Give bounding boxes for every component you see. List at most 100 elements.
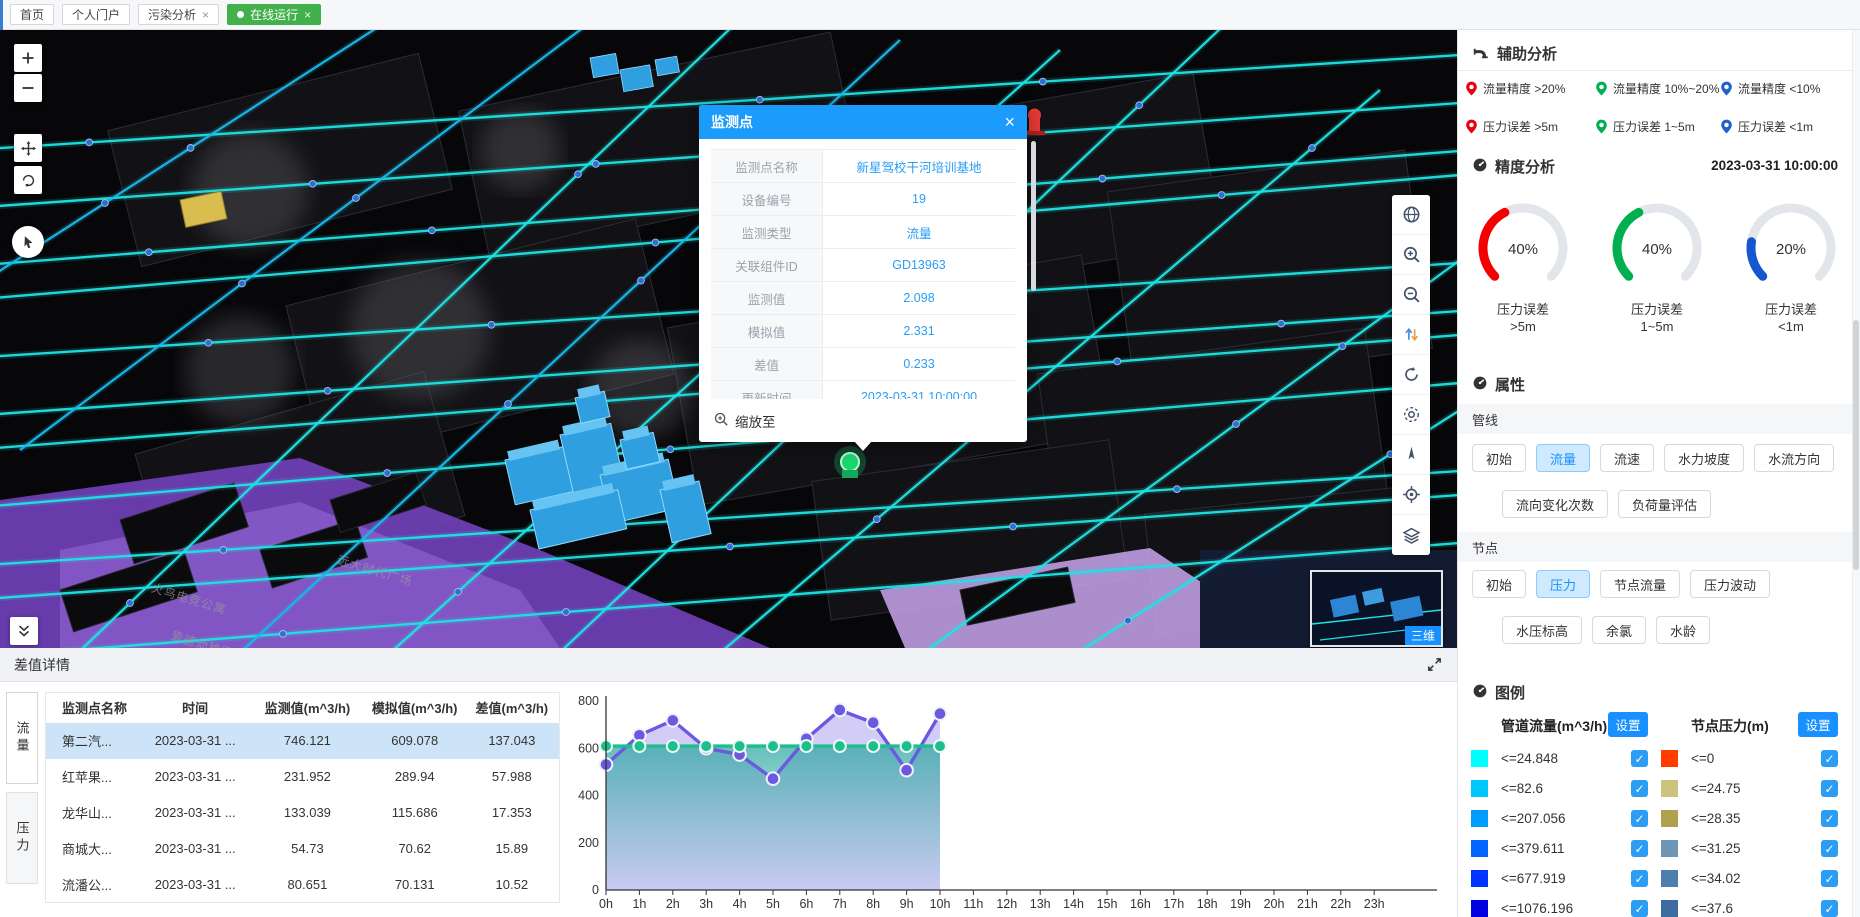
table-column-header: 差值(m^3/h) (465, 693, 560, 723)
legend-checkbox[interactable]: ✓ (1631, 750, 1648, 767)
attr-button[interactable]: 流向变化次数 (1502, 490, 1608, 518)
zoom-out-button[interactable] (14, 74, 42, 102)
field-value[interactable]: 2.331 (823, 315, 1015, 347)
svg-text:20h: 20h (1264, 897, 1285, 911)
zoom-in-button[interactable] (1392, 235, 1430, 275)
table-row[interactable]: 商城大...2023-03-31 ...54.7370.6215.89 (46, 831, 560, 867)
field-value[interactable]: GD13963 (823, 249, 1015, 281)
tab-personal-portal[interactable]: 个人门户 (62, 4, 130, 25)
svg-text:16h: 16h (1130, 897, 1151, 911)
popup-field-row: 监测点名称新星驾校干河培训基地 (711, 150, 1015, 183)
tab-online-running[interactable]: 在线运行× (227, 4, 321, 25)
view-mode-badge[interactable]: 三维 (1405, 626, 1441, 645)
legend-checkbox[interactable]: ✓ (1631, 900, 1648, 917)
attr-button[interactable]: 压力 (1536, 570, 1590, 598)
popup-scrollbar[interactable] (1031, 141, 1036, 291)
field-value[interactable]: 0.233 (823, 348, 1015, 380)
difference-chart: 02004006008000h1h2h3h4h5h6h7h8h9h10h11h1… (565, 686, 1455, 917)
legend-checkbox[interactable]: ✓ (1821, 750, 1838, 767)
metric-tabs: 流量压力 (6, 692, 38, 892)
legend-checkbox[interactable]: ✓ (1631, 780, 1648, 797)
legend-color-swatch (1661, 900, 1678, 917)
attr-button[interactable]: 水流方向 (1754, 444, 1834, 472)
attr-button[interactable]: 流速 (1600, 444, 1654, 472)
locate-button[interactable] (1392, 475, 1430, 515)
tab-label: 污染分析 (148, 6, 196, 23)
pipe-icon (1472, 42, 1490, 64)
metric-tab-active[interactable]: 流量 (6, 692, 38, 784)
legend-checkbox[interactable]: ✓ (1631, 840, 1648, 857)
selection-ring-button[interactable] (1392, 395, 1430, 435)
zoom-in-button[interactable] (14, 44, 42, 72)
legend-settings-button[interactable]: 设置 (1608, 712, 1648, 737)
attr-button[interactable]: 初始 (1472, 570, 1526, 598)
attr-button[interactable]: 余氯 (1592, 616, 1646, 644)
field-value[interactable]: 流量 (823, 216, 1015, 248)
zoom-to-button[interactable]: 缩放至 (699, 399, 1027, 442)
field-value[interactable]: 2.098 (823, 282, 1015, 314)
collapse-panel-button[interactable] (10, 617, 38, 645)
legend-checkbox[interactable]: ✓ (1631, 870, 1648, 887)
close-icon[interactable]: × (202, 9, 209, 21)
pan-button[interactable] (14, 134, 42, 162)
attr-button[interactable]: 负荷量评估 (1618, 490, 1711, 518)
compass-button[interactable] (1392, 435, 1430, 475)
table-cell: 133.039 (250, 795, 365, 831)
close-icon[interactable]: × (304, 9, 311, 21)
attr-button[interactable]: 压力波动 (1690, 570, 1770, 598)
basemap-button[interactable] (1392, 195, 1430, 235)
rotate-button[interactable] (14, 166, 42, 194)
legend-checkbox[interactable]: ✓ (1821, 810, 1838, 827)
attr-button[interactable]: 流量 (1536, 444, 1590, 472)
svg-text:19h: 19h (1230, 897, 1251, 911)
select-pointer-button[interactable] (12, 226, 44, 258)
attr-button[interactable]: 水龄 (1656, 616, 1710, 644)
svg-text:7h: 7h (833, 897, 847, 911)
gauge-ring: 20% (1743, 200, 1839, 296)
map-pin-icon (1594, 81, 1609, 96)
table-cell: 57.988 (465, 759, 560, 795)
zoom-out-button[interactable] (1392, 275, 1430, 315)
pointer-icon (20, 234, 36, 250)
field-value[interactable]: 19 (823, 183, 1015, 215)
attr-button[interactable]: 节点流量 (1600, 570, 1680, 598)
table-row[interactable]: 龙华山...2023-03-31 ...133.039115.68617.353 (46, 795, 560, 831)
svg-text:9h: 9h (900, 897, 914, 911)
rotate-view-button[interactable] (1392, 355, 1430, 395)
map-3d-view[interactable]: 火鸟电竞公寓爱德幼稚园远大时代广场 三维 监测点 × 监测点名称新星驾校干河培训… (0, 30, 1457, 648)
legend-checkbox[interactable]: ✓ (1631, 810, 1648, 827)
minimap[interactable]: 三维 (1310, 570, 1443, 647)
tab-home[interactable]: 首页 (10, 4, 54, 25)
close-icon[interactable]: × (1004, 112, 1015, 133)
field-value[interactable]: 新星驾校干河培训基地 (823, 150, 1015, 182)
svg-text:400: 400 (578, 789, 599, 803)
metric-tab-inactive[interactable]: 压力 (6, 792, 38, 884)
attribute-group-header: 节点 (1458, 532, 1853, 562)
legend-checkbox[interactable]: ✓ (1821, 780, 1838, 797)
tab-pollution-analysis[interactable]: 污染分析 × (138, 4, 219, 25)
sidebar-scrollbar[interactable] (1852, 30, 1860, 917)
legend-pin-item: 流量精度 <10% (1719, 80, 1820, 97)
layers-button[interactable] (1392, 515, 1430, 555)
legend-checkbox[interactable]: ✓ (1821, 870, 1838, 887)
attr-button[interactable]: 初始 (1472, 444, 1526, 472)
field-value[interactable]: 2023-03-31 10:00:00 (823, 381, 1015, 399)
gauge-caption: 压力误差 (1728, 301, 1854, 318)
attr-button[interactable]: 水压标高 (1502, 616, 1582, 644)
table-row[interactable]: 流潘公...2023-03-31 ...80.65170.13110.52 (46, 867, 560, 903)
zoom-in-icon (1402, 245, 1421, 264)
swap-view-button[interactable] (1392, 315, 1430, 355)
legend-checkbox[interactable]: ✓ (1821, 900, 1838, 917)
legend-settings-button[interactable]: 设置 (1798, 712, 1838, 737)
table-row[interactable]: 第二汽...2023-03-31 ...746.121609.078137.04… (46, 723, 560, 759)
scrollbar-thumb[interactable] (1853, 320, 1859, 570)
legend-checkbox[interactable]: ✓ (1821, 840, 1838, 857)
expand-icon[interactable] (1426, 656, 1443, 673)
gauge-caption: 压力误差 (1594, 301, 1720, 318)
attr-button[interactable]: 水力坡度 (1664, 444, 1744, 472)
popup-title: 监测点 (711, 112, 753, 132)
table-row[interactable]: 红苹果...2023-03-31 ...231.952289.9457.988 (46, 759, 560, 795)
svg-text:22h: 22h (1330, 897, 1351, 911)
popup-field-row: 监测值2.098 (711, 282, 1015, 315)
svg-text:17h: 17h (1163, 897, 1184, 911)
